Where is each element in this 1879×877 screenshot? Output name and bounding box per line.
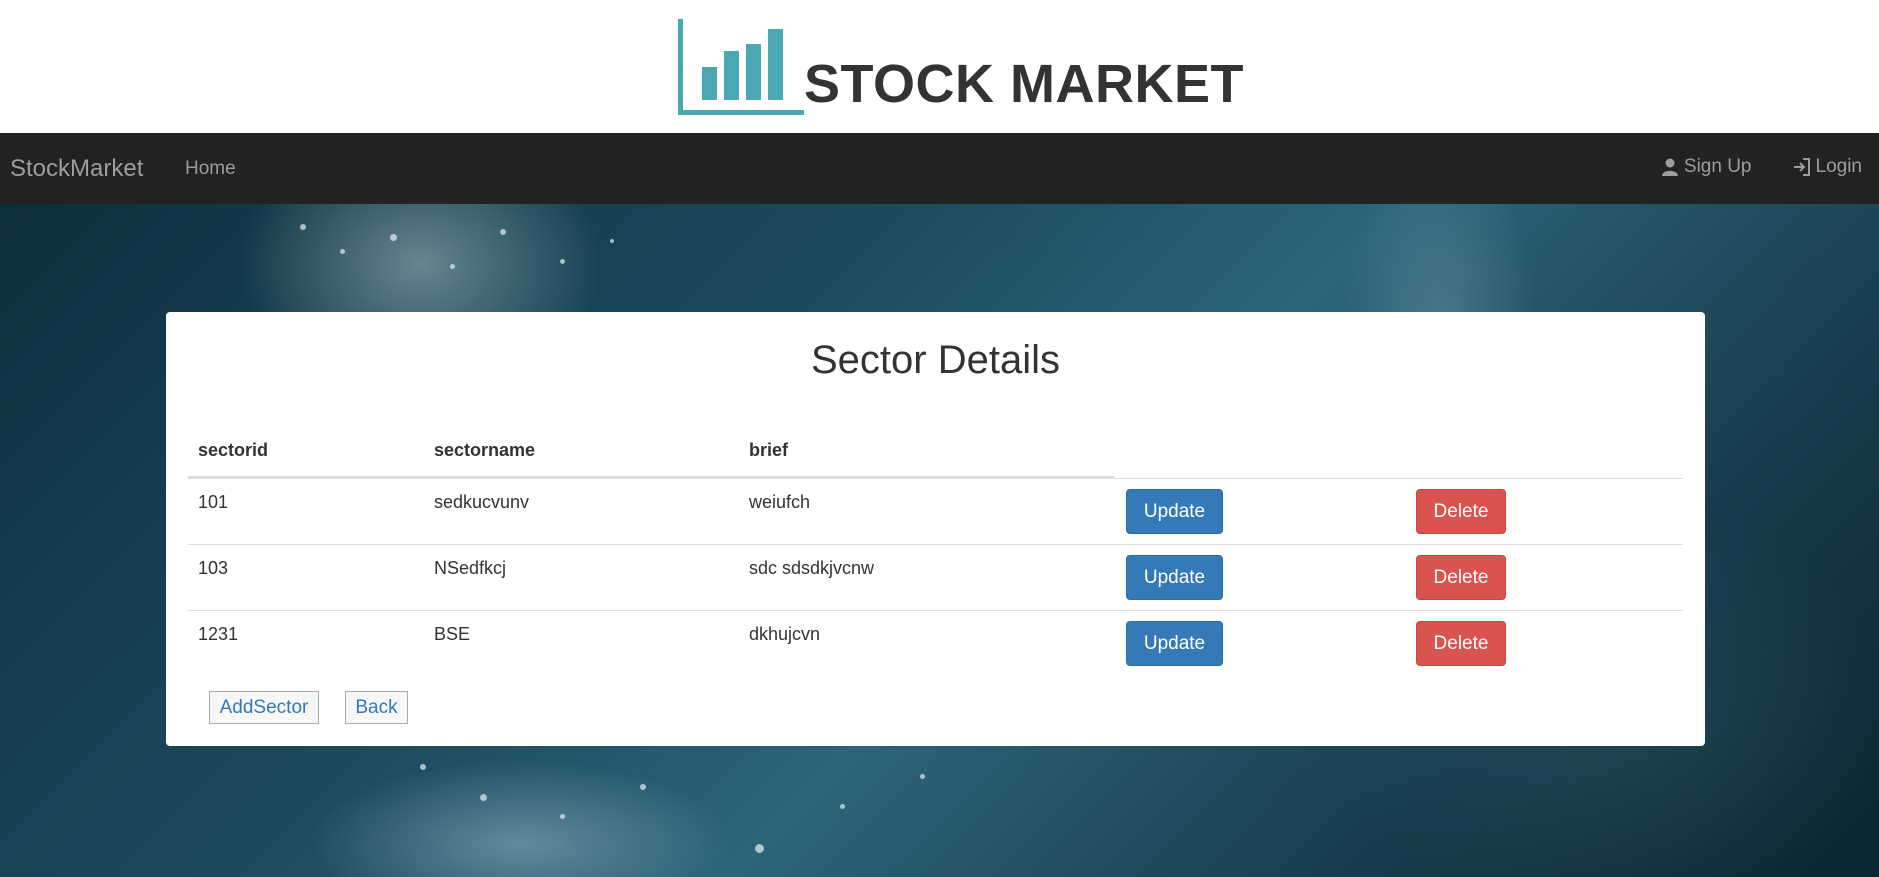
update-button[interactable]: Update — [1126, 555, 1223, 600]
cell-sectorname: NSedfkcj — [434, 558, 507, 578]
update-button[interactable]: Update — [1126, 621, 1223, 666]
nav-login-link[interactable]: Login — [1792, 156, 1863, 178]
delete-button[interactable]: Delete — [1416, 555, 1506, 600]
nav-right: Sign Up Login — [1660, 156, 1862, 178]
delete-button[interactable]: Delete — [1416, 621, 1506, 666]
cell-brief: weiufch — [749, 492, 811, 512]
cell-sectorid: 101 — [198, 492, 229, 512]
table-header: sectorid sectorname brief — [188, 426, 1683, 478]
table-row: 103 NSedfkcj sdc sdsdkjvcnw Update Delet… — [188, 544, 1683, 610]
cell-sectorname: BSE — [434, 624, 471, 644]
back-button[interactable]: Back — [345, 691, 408, 724]
column-header-sectorid: sectorid — [198, 440, 269, 460]
nav-signup-link[interactable]: Sign Up — [1660, 156, 1752, 178]
cell-sectorid: 1231 — [198, 624, 239, 644]
login-icon — [1793, 158, 1810, 176]
site-header: STOCK MARKET — [0, 0, 1879, 133]
table-row: 1231 BSE dkhujcvn Update Delete — [188, 610, 1683, 676]
cell-brief: sdc sdsdkjvcnw — [749, 558, 875, 578]
logo: STOCK MARKET — [678, 19, 1244, 115]
page-title: Sector Details — [811, 338, 1060, 382]
nav-signup-label: Sign Up — [1683, 156, 1752, 177]
cell-brief: dkhujcvn — [749, 624, 821, 644]
cell-sectorid: 103 — [198, 558, 229, 578]
logo-text: STOCK MARKET — [804, 54, 1245, 114]
sector-details-panel: Sector Details sectorid sectorname brief… — [166, 312, 1705, 746]
column-header-sectorname: sectorname — [434, 440, 536, 460]
sector-table: sectorid sectorname brief 101 sedkucvunv… — [188, 426, 1683, 676]
column-header-brief: brief — [749, 440, 789, 460]
cell-sectorname: sedkucvunv — [434, 492, 530, 512]
nav-login-label: Login — [1815, 156, 1863, 177]
bar-chart-logo-icon — [678, 19, 804, 115]
nav-home-link[interactable]: Home — [185, 158, 236, 180]
delete-button[interactable]: Delete — [1416, 489, 1506, 534]
navbar: StockMarket Home Sign Up Login — [0, 133, 1879, 204]
add-sector-button[interactable]: AddSector — [209, 691, 319, 724]
user-icon — [1661, 158, 1678, 176]
navbar-brand[interactable]: StockMarket — [10, 155, 143, 183]
table-row: 101 sedkucvunv weiufch Update Delete — [188, 478, 1683, 544]
update-button[interactable]: Update — [1126, 489, 1223, 534]
